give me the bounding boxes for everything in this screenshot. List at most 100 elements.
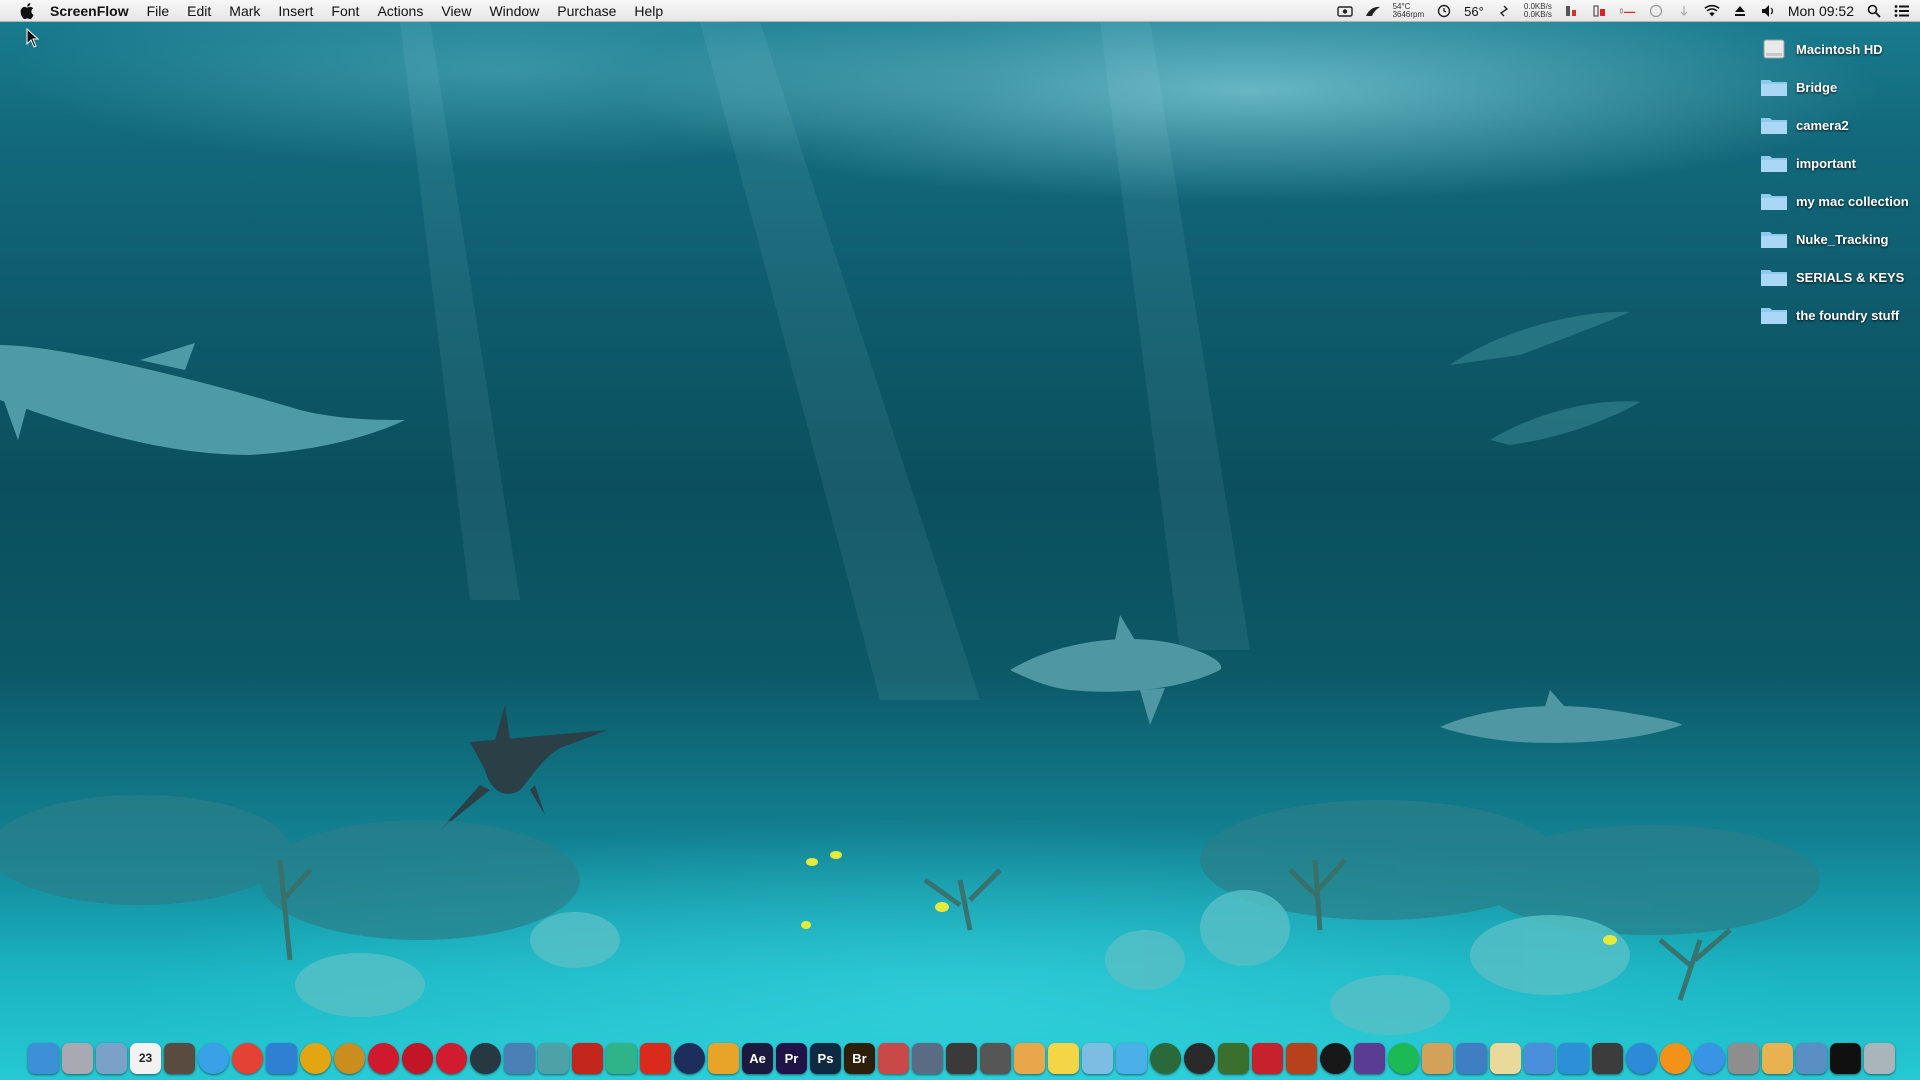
menu-actions[interactable]: Actions (377, 3, 423, 19)
trash-icon[interactable] (1864, 1042, 1895, 1074)
red-folder-icon[interactable] (1252, 1042, 1283, 1074)
red-app-2-icon[interactable] (402, 1042, 433, 1074)
motion-icon[interactable] (912, 1042, 943, 1074)
desktop-item-serials-keys[interactable]: SERIALS & KEYS (1750, 258, 1920, 296)
notification-center-icon[interactable] (1894, 4, 1910, 18)
spotlight-search-icon[interactable] (1866, 4, 1882, 18)
compressor-icon[interactable] (980, 1042, 1011, 1074)
spotify-icon[interactable] (1388, 1042, 1419, 1074)
photoshop-icon[interactable]: Ps (810, 1042, 841, 1074)
menu-font[interactable]: Font (331, 3, 359, 19)
final-cut-icon[interactable] (946, 1042, 977, 1074)
xcode-icon[interactable] (1456, 1042, 1487, 1074)
menu-purchase[interactable]: Purchase (557, 3, 616, 19)
calendar-icon[interactable]: 23 (130, 1042, 161, 1074)
folder-app-icon[interactable] (1762, 1042, 1793, 1074)
hedgehog-app-icon[interactable] (1422, 1042, 1453, 1074)
red-app-1-icon[interactable] (368, 1042, 399, 1074)
menu-clock[interactable]: Mon 09:52 (1788, 3, 1854, 19)
system-app-icon[interactable] (1728, 1042, 1759, 1074)
fantasy-app-icon[interactable] (1286, 1042, 1317, 1074)
chrome-icon[interactable] (232, 1042, 263, 1074)
notes-icon[interactable] (1048, 1042, 1079, 1074)
desktop-item-label: Bridge (1796, 79, 1838, 95)
textedit-icon[interactable] (1490, 1042, 1521, 1074)
acrobat-icon[interactable] (572, 1042, 603, 1074)
safari-icon[interactable] (198, 1042, 229, 1074)
sync-icon[interactable] (1496, 4, 1512, 18)
desktop-item-bridge[interactable]: Bridge (1750, 68, 1920, 106)
sun-app-icon[interactable] (300, 1042, 331, 1074)
network-app-icon[interactable] (266, 1042, 297, 1074)
menu-app-name[interactable]: ScreenFlow (50, 3, 129, 19)
clapper-app-icon[interactable] (1592, 1042, 1623, 1074)
dolphin-app-icon[interactable] (1365, 4, 1381, 18)
clock-app-icon[interactable] (1648, 4, 1664, 18)
cinema-app-icon[interactable] (674, 1042, 705, 1074)
dock: 23 Ae Pr Ps Br (28, 1038, 1895, 1078)
messages-icon[interactable] (1116, 1042, 1147, 1074)
photo-booth-icon[interactable] (164, 1042, 195, 1074)
wifi-icon[interactable] (1704, 4, 1720, 18)
disk-meter-icon[interactable] (1620, 4, 1636, 18)
launchpad-icon[interactable] (62, 1042, 93, 1074)
mouse-cursor-icon (26, 27, 40, 53)
keynote-icon[interactable] (1082, 1042, 1113, 1074)
memory-meter-icon[interactable] (1592, 4, 1608, 18)
vlc-icon[interactable] (1660, 1042, 1691, 1074)
desktop-item-label: the foundry stuff (1796, 307, 1900, 323)
menu-edit[interactable]: Edit (187, 3, 211, 19)
desktop-item-my-mac-collection[interactable]: my mac collection (1750, 182, 1920, 220)
after-effects-icon[interactable]: Ae (742, 1042, 773, 1074)
desktop-item-important[interactable]: important (1750, 144, 1920, 182)
screenflow-icon[interactable] (878, 1042, 909, 1074)
bridge-icon[interactable]: Br (844, 1042, 875, 1074)
transform-app-icon[interactable] (504, 1042, 535, 1074)
apple-icon[interactable] (20, 2, 36, 19)
chart-app-icon[interactable] (1524, 1042, 1555, 1074)
folder-icon (1761, 80, 1787, 96)
terminal-icon[interactable] (1830, 1042, 1861, 1074)
desktop-item-the-foundry-stuff[interactable]: the foundry stuff (1750, 296, 1920, 334)
imovie-icon[interactable] (1354, 1042, 1385, 1074)
adobe-app-icon[interactable] (640, 1042, 671, 1074)
pages-icon[interactable] (1014, 1042, 1045, 1074)
black-app-icon[interactable] (1320, 1042, 1351, 1074)
screen-recording-icon[interactable] (1336, 4, 1353, 18)
menu-mark[interactable]: Mark (229, 3, 260, 19)
desktop-item-camera2[interactable]: camera2 (1750, 106, 1920, 144)
temperature-fan-readout[interactable]: 54°C 3646rpm (1393, 3, 1425, 19)
preview-icon[interactable] (96, 1042, 127, 1074)
pencil-app-icon[interactable] (708, 1042, 739, 1074)
desktop-item-macintosh-hd[interactable]: Macintosh HD (1750, 30, 1920, 68)
nuke-icon[interactable] (470, 1042, 501, 1074)
mocha-icon[interactable] (538, 1042, 569, 1074)
network-readout[interactable]: 0.0KB/s 0.0KB/s (1524, 3, 1552, 19)
app-store-icon[interactable] (1694, 1042, 1725, 1074)
eject-icon[interactable] (1732, 4, 1748, 18)
iphoto-icon[interactable] (1218, 1042, 1249, 1074)
weather-degrees[interactable]: 56° (1464, 4, 1484, 19)
menu-file[interactable]: File (147, 3, 170, 19)
aperture-icon[interactable] (1184, 1042, 1215, 1074)
download-arrow-icon[interactable] (1676, 4, 1692, 18)
desktop-item-label: SERIALS & KEYS (1796, 269, 1905, 285)
finder-icon[interactable] (28, 1042, 59, 1074)
menu-view[interactable]: View (441, 3, 471, 19)
volume-icon[interactable] (1760, 4, 1776, 18)
downloads-icon[interactable] (1796, 1042, 1827, 1074)
stand-app-icon[interactable] (1558, 1042, 1589, 1074)
red-app-3-icon[interactable] (436, 1042, 467, 1074)
desktop-item-nuke-tracking[interactable]: Nuke_Tracking (1750, 220, 1920, 258)
facetime-icon[interactable] (1150, 1042, 1181, 1074)
itunes-icon[interactable] (1626, 1042, 1657, 1074)
menu-insert[interactable]: Insert (278, 3, 313, 19)
premiere-icon[interactable]: Pr (776, 1042, 807, 1074)
time-machine-icon[interactable] (1436, 4, 1452, 18)
cpu-meter-icon[interactable] (1564, 4, 1580, 18)
menu-bar: ScreenFlow File Edit Mark Insert Font Ac… (0, 0, 1920, 22)
app-circle-icon[interactable] (334, 1042, 365, 1074)
menu-help[interactable]: Help (634, 3, 663, 19)
menu-window[interactable]: Window (489, 3, 539, 19)
tool-app-icon[interactable] (606, 1042, 637, 1074)
